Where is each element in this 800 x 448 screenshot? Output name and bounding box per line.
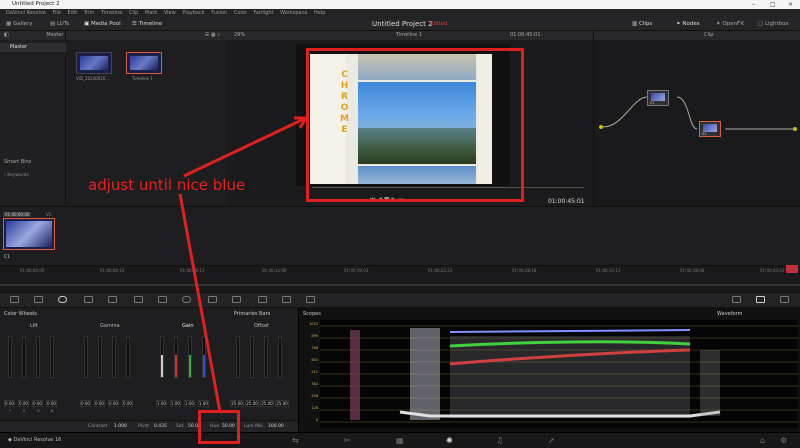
annotation-text: adjust until nice blue <box>88 176 246 194</box>
annotation-arrows <box>178 116 308 413</box>
